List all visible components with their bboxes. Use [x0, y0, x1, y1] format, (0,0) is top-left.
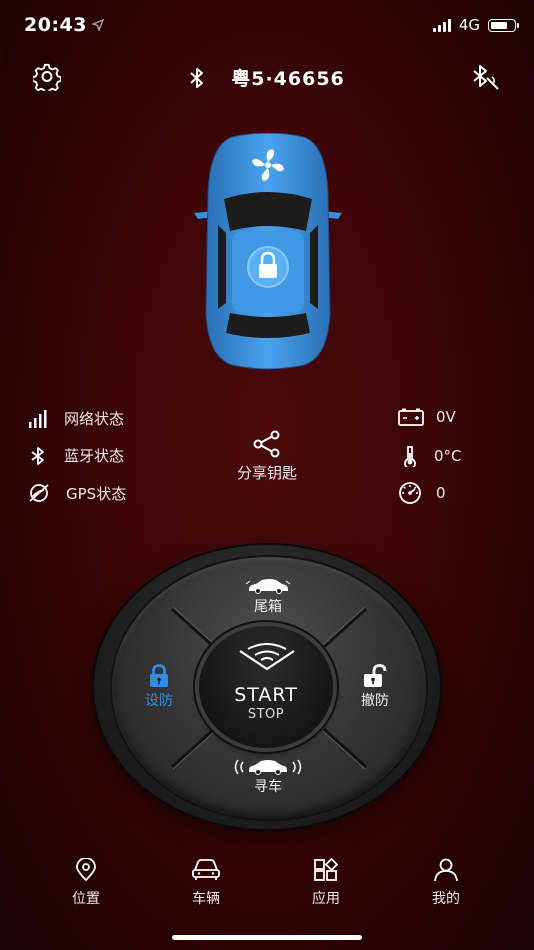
gps-status: GPS状态: [28, 482, 126, 504]
arm-label: 设防: [145, 693, 173, 709]
speed-status: 0: [398, 482, 446, 504]
stop-label: STOP: [247, 707, 285, 722]
bluetooth-small-icon: [31, 446, 44, 465]
remote-signal-icon: [239, 643, 295, 671]
voltage-status: 0V: [398, 408, 456, 426]
disarm-button[interactable]: 撤防: [352, 664, 398, 712]
location-icon: [76, 858, 96, 882]
nav-profile-label: 我的: [432, 891, 460, 907]
share-icon[interactable]: [253, 430, 281, 458]
trunk-button[interactable]: 尾箱: [228, 578, 308, 618]
network-status: 网络状态: [28, 408, 124, 429]
speed-value: 0: [436, 484, 446, 502]
find-car-button[interactable]: 寻车: [224, 758, 312, 798]
find-car-label: 寻车: [254, 779, 282, 795]
network-type: 4G: [458, 16, 480, 34]
nav-vehicle[interactable]: 车辆: [166, 858, 246, 908]
nav-profile[interactable]: 我的: [406, 858, 486, 908]
signal-icon: [432, 18, 451, 32]
car-icon: [192, 859, 220, 880]
gps-status-label: GPS状态: [66, 484, 127, 503]
share-key-button[interactable]: 分享钥匙: [222, 462, 312, 483]
car-status-image[interactable]: [192, 133, 344, 371]
nav-location-label: 位置: [72, 891, 100, 907]
temperature-status: 0°C: [402, 445, 462, 467]
thermometer-icon: [404, 446, 416, 467]
lock-closed-icon: [150, 664, 168, 687]
nav-vehicle-label: 车辆: [192, 891, 220, 907]
signal-bars-icon: [29, 409, 47, 428]
trunk-label: 尾箱: [254, 599, 282, 615]
header-bar: 粤5·46656: [0, 64, 534, 94]
home-indicator[interactable]: [172, 935, 362, 940]
voltage-value: 0V: [436, 408, 456, 426]
license-plate: 粤5·46656: [231, 68, 345, 90]
nav-apps[interactable]: 应用: [286, 858, 366, 908]
battery-icon: [488, 18, 519, 32]
temperature-value: 0°C: [434, 447, 462, 465]
network-status-label: 网络状态: [64, 410, 125, 428]
find-car-icon: [234, 759, 302, 775]
speedometer-icon: [399, 482, 421, 504]
nav-apps-label: 应用: [312, 891, 340, 907]
arm-button[interactable]: 设防: [136, 664, 182, 712]
car-trunk-icon: [246, 579, 290, 594]
location-arrow-icon: [92, 19, 104, 31]
battery-voltage-icon: [398, 408, 424, 426]
status-time: 20:43: [24, 14, 87, 36]
status-indicators: 4G: [432, 16, 519, 34]
bluetooth-status: 蓝牙状态: [28, 445, 124, 466]
apps-icon: [314, 858, 339, 881]
start-label: START: [234, 684, 298, 706]
nav-location[interactable]: 位置: [46, 858, 126, 908]
lock-open-icon: [364, 664, 387, 687]
user-icon: [434, 858, 458, 882]
bluetooth-icon[interactable]: [189, 67, 205, 89]
bluetooth-disabled-icon[interactable]: [470, 63, 500, 91]
bluetooth-status-label: 蓝牙状态: [64, 447, 125, 465]
gps-off-icon: [29, 484, 49, 502]
disarm-label: 撤防: [361, 693, 389, 709]
